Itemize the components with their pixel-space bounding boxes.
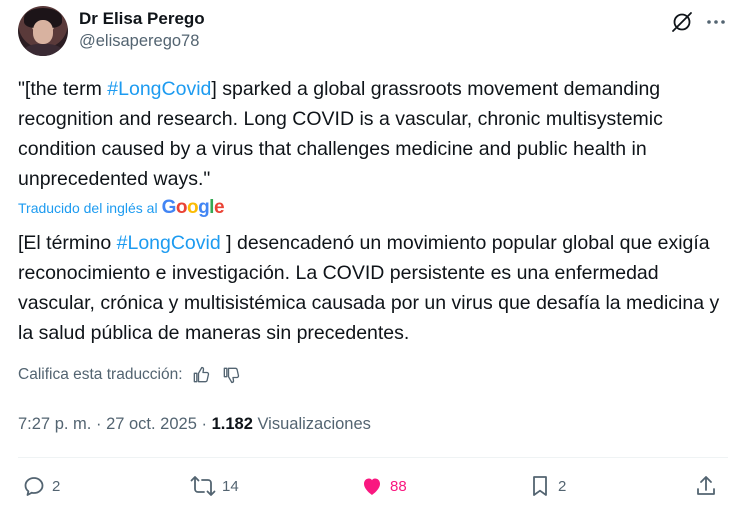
heart-icon <box>364 478 380 495</box>
tweet-date[interactable]: 27 oct. 2025 <box>106 415 197 433</box>
tweet-header: Dr Elisa Perego @elisaperego78 <box>18 6 728 56</box>
translation-text-part: [El término <box>18 232 117 254</box>
author-display-name[interactable]: Dr Elisa Perego <box>79 8 205 30</box>
tweet-time[interactable]: 7:27 p. m. <box>18 415 91 433</box>
like-button[interactable]: 88 <box>360 474 407 498</box>
google-logo: Google <box>161 197 225 218</box>
like-count: 88 <box>390 477 407 495</box>
translation-text: [El término #LongCovid ] desencadenó un … <box>18 228 730 348</box>
tweet-meta: 7:27 p. m. · 27 oct. 2025 · 1.182 Visual… <box>18 412 371 436</box>
repost-button[interactable]: 14 <box>190 474 239 498</box>
hashtag-link[interactable]: #LongCovid <box>117 232 221 254</box>
more-options-icon[interactable] <box>704 10 728 34</box>
share-button[interactable] <box>694 474 718 498</box>
thumbs-down-icon[interactable] <box>221 365 241 385</box>
translation-attribution[interactable]: Traducido del inglés al Google <box>18 196 225 220</box>
author-handle[interactable]: @elisaperego78 <box>79 30 205 52</box>
divider <box>18 457 728 458</box>
reply-button[interactable]: 2 <box>22 474 60 498</box>
avatar[interactable] <box>18 6 68 56</box>
meta-separator: · <box>95 415 102 433</box>
thumbs-up-icon[interactable] <box>191 365 211 385</box>
views-count: 1.182 <box>211 415 253 433</box>
rate-translation-label: Califica esta traducción: <box>18 366 183 383</box>
author-info: Dr Elisa Perego @elisaperego78 <box>79 8 205 52</box>
grok-icon[interactable] <box>670 10 694 34</box>
share-icon <box>697 476 715 495</box>
meta-separator: · <box>201 415 207 433</box>
tweet-text: "[the term #LongCovid] sparked a global … <box>18 74 730 194</box>
reply-icon <box>24 477 44 496</box>
bookmark-count: 2 <box>558 477 567 495</box>
bookmark-button[interactable]: 2 <box>528 474 566 498</box>
reply-count: 2 <box>52 477 61 495</box>
repost-count: 14 <box>222 477 239 495</box>
action-bar: 2 14 88 2 <box>18 474 728 504</box>
tweet-text-part: "[the term <box>18 78 108 100</box>
bookmark-icon <box>533 476 547 496</box>
hashtag-link[interactable]: #LongCovid <box>107 78 211 100</box>
translation-label: Traducido del inglés al <box>18 200 158 216</box>
rate-translation: Califica esta traducción: <box>18 364 241 386</box>
repost-icon <box>190 476 216 496</box>
views-label: Visualizaciones <box>257 415 371 433</box>
